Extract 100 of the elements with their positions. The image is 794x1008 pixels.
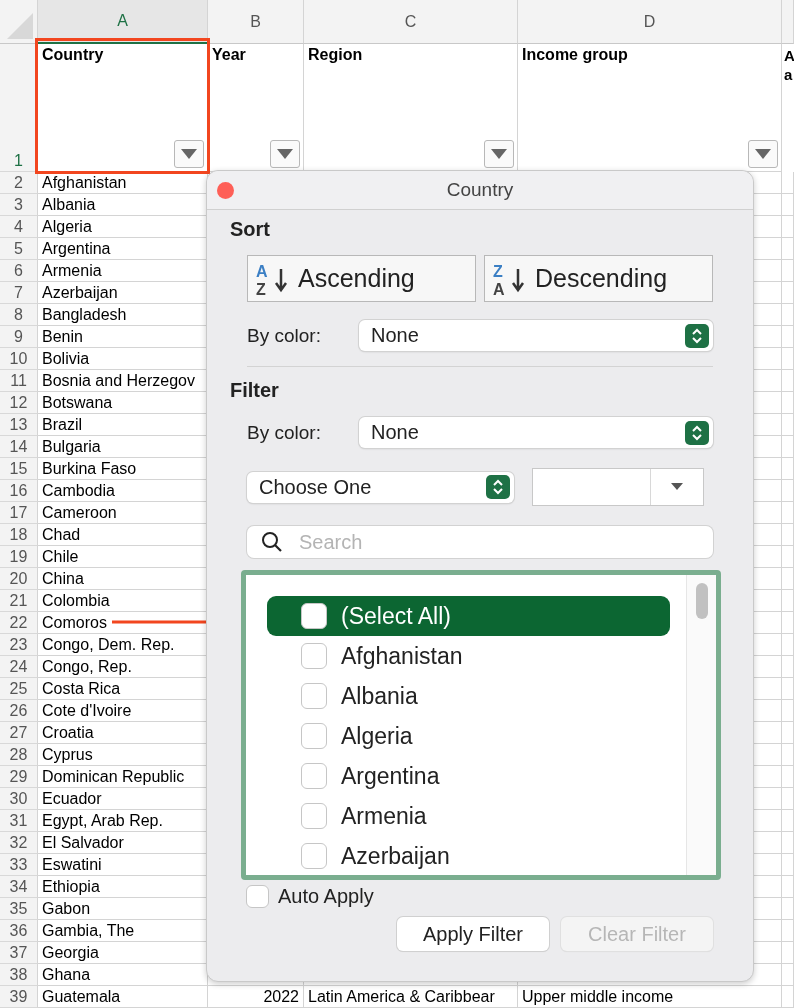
item-label: Algeria (341, 722, 413, 750)
row-number: 19 (0, 546, 38, 568)
row-number: 24 (0, 656, 38, 678)
stepper-icon (486, 475, 510, 499)
item-label: Afghanistan (341, 642, 463, 670)
checkbox[interactable] (301, 723, 327, 749)
row-number: 31 (0, 810, 38, 832)
row-number: 38 (0, 964, 38, 986)
row-number: 30 (0, 788, 38, 810)
sort-color-select[interactable]: None (359, 320, 713, 351)
popup-title: Country (446, 179, 514, 201)
header-text: Region (308, 46, 363, 63)
row-number: 14 (0, 436, 38, 458)
row-number: 20 (0, 568, 38, 590)
table-cell (782, 964, 794, 986)
item-label: Azerbaijan (341, 842, 450, 870)
section-heading: Sort (230, 218, 271, 241)
row-number: 32 (0, 832, 38, 854)
row-number: 10 (0, 348, 38, 370)
triangle-down-icon (277, 149, 293, 159)
header-text: Income group (522, 46, 628, 63)
row-number: 25 (0, 678, 38, 700)
value-list-item[interactable]: Afghanistan (267, 636, 670, 676)
item-label: Armenia (341, 802, 427, 830)
row-number: 27 (0, 722, 38, 744)
value-list-item[interactable]: (Select All) (267, 596, 670, 636)
row-number: 35 (0, 898, 38, 920)
stepper-icon (685, 420, 709, 445)
checkbox[interactable] (301, 643, 327, 669)
row-number: 37 (0, 942, 38, 964)
row-number: 22 (0, 612, 38, 634)
value-input-field[interactable] (532, 468, 704, 506)
apply-filter-button[interactable]: Apply Filter (397, 917, 549, 951)
triangle-icon (7, 13, 33, 39)
section-heading: Filter (230, 379, 280, 402)
column-header[interactable]: D (518, 0, 782, 44)
column-header[interactable]: B (208, 0, 304, 44)
row-number: 2 (0, 172, 38, 194)
filter-color-select[interactable]: None (359, 417, 713, 448)
column-header[interactable]: C (304, 0, 518, 44)
filter-dropdown-button[interactable] (484, 140, 514, 168)
search-icon (261, 531, 283, 553)
checkbox[interactable] (301, 683, 327, 709)
row-number: 28 (0, 744, 38, 766)
table-cell: Latin America & Caribbear (304, 986, 518, 1008)
value-list-item[interactable]: Azerbaijan (267, 836, 670, 875)
checkbox[interactable] (301, 603, 327, 629)
value-list-item[interactable]: Argentina (267, 756, 670, 796)
item-label: (Select All) (341, 602, 451, 630)
row-number: 29 (0, 766, 38, 788)
filter-dropdown-button[interactable] (270, 140, 300, 168)
row-number: 8 (0, 304, 38, 326)
row-number: 26 (0, 700, 38, 722)
column-header[interactable]: A (38, 0, 208, 44)
close-button[interactable] (217, 182, 234, 199)
sort-descending-button[interactable]: Z A Descending (484, 255, 713, 302)
value-list-item[interactable]: Armenia (267, 796, 670, 836)
field-label: By color: (247, 324, 322, 347)
sort-ascending-button[interactable]: A Z Ascending (247, 255, 476, 302)
search-field[interactable]: Search (247, 526, 713, 558)
condition-select[interactable]: Choose One (247, 471, 514, 503)
filter-dropdown-button[interactable] (174, 140, 204, 168)
stepper-icon (685, 323, 709, 348)
select-all-corner[interactable] (0, 0, 38, 44)
column-header[interactable] (782, 0, 794, 44)
checkbox[interactable] (301, 843, 327, 869)
row-number: 1 (0, 44, 38, 172)
row-number: 16 (0, 480, 38, 502)
checkbox-label: Auto Apply (278, 885, 374, 908)
row-number: 5 (0, 238, 38, 260)
row-number: 7 (0, 282, 38, 304)
table-cell (782, 986, 794, 1008)
triangle-down-icon (755, 149, 771, 159)
table-cell: Upper middle income (518, 986, 782, 1008)
row-number: 4 (0, 216, 38, 238)
header-cell-text: A a (783, 46, 794, 85)
value-list-item[interactable]: Albania (267, 676, 670, 716)
item-label: Argentina (341, 762, 440, 790)
filter-dropdown-button[interactable] (748, 140, 778, 168)
header-text: Country (42, 46, 104, 63)
triangle-down-icon (181, 149, 197, 159)
triangle-down-icon (491, 149, 507, 159)
checkbox[interactable] (301, 803, 327, 829)
row-number: 12 (0, 392, 38, 414)
row-number: 11 (0, 370, 38, 392)
table-cell: Guatemala (38, 986, 208, 1008)
scrollbar-thumb[interactable] (695, 583, 708, 619)
item-label: Albania (341, 682, 418, 710)
row-number: 33 (0, 854, 38, 876)
value-list-item[interactable]: Algeria (267, 716, 670, 756)
row-number: 3 (0, 194, 38, 216)
row-number: 15 (0, 458, 38, 480)
row-number: 13 (0, 414, 38, 436)
row-number: 9 (0, 326, 38, 348)
row-number: 21 (0, 590, 38, 612)
checkbox[interactable] (246, 885, 269, 908)
row-number: 6 (0, 260, 38, 282)
row-number: 34 (0, 876, 38, 898)
header-text: Year (212, 46, 246, 63)
checkbox[interactable] (301, 763, 327, 789)
